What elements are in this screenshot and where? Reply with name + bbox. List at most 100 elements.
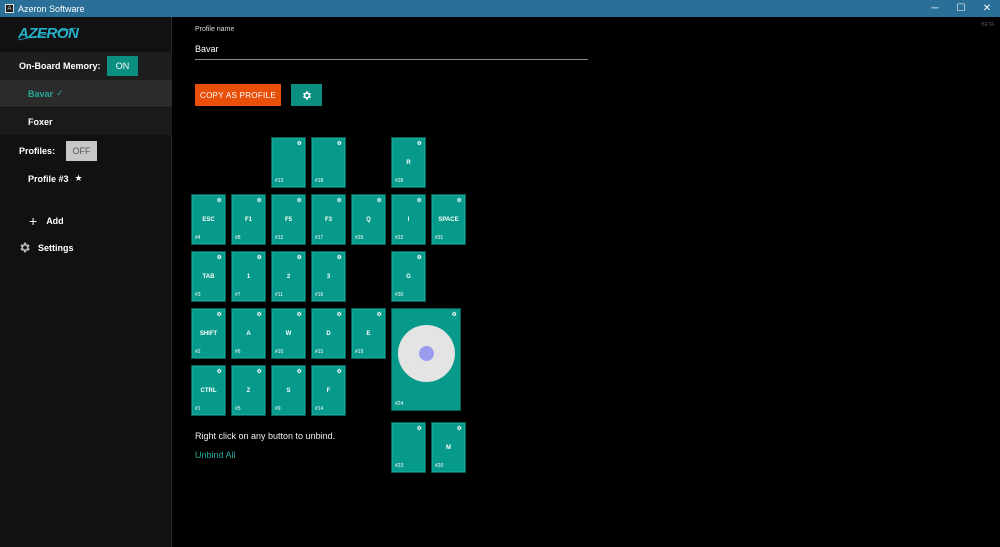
gear-icon[interactable] xyxy=(416,254,422,260)
onboard-memory-toggle[interactable]: ON xyxy=(107,56,138,76)
key-button[interactable]: #23 xyxy=(391,422,426,473)
maximize-button[interactable]: ☐ xyxy=(948,0,974,17)
key-button[interactable]: E #19 xyxy=(351,308,386,359)
key-number: #18 xyxy=(315,178,324,184)
key-number: #7 xyxy=(235,292,241,298)
unbind-all-link[interactable]: Unbind All xyxy=(195,450,236,460)
key-number: #11 xyxy=(275,292,283,298)
sidebar-item-bavar[interactable]: Bavar ✓ xyxy=(0,80,172,107)
gear-icon[interactable] xyxy=(296,254,302,260)
gear-icon[interactable] xyxy=(416,425,422,431)
key-button[interactable]: S #9 xyxy=(271,365,306,416)
main-panel: Profile name Bavar COPY AS PROFILE #13 #1… xyxy=(173,17,1000,547)
key-label: E xyxy=(366,331,371,337)
gear-icon[interactable] xyxy=(416,140,422,146)
gear-icon[interactable] xyxy=(456,197,462,203)
key-button[interactable]: R #28 xyxy=(391,137,426,188)
key-button[interactable]: I #22 xyxy=(391,194,426,245)
key-number: #24 xyxy=(395,401,404,407)
key-button[interactable]: 1 #7 xyxy=(231,251,266,302)
gear-icon[interactable] xyxy=(336,197,342,203)
gear-icon[interactable] xyxy=(256,311,262,317)
key-button[interactable]: F1 #8 xyxy=(231,194,266,245)
key-number: #1 xyxy=(195,406,201,412)
joystick-key[interactable]: #24 xyxy=(391,308,461,411)
key-button[interactable]: SHIFT #2 xyxy=(191,308,226,359)
gear-icon[interactable] xyxy=(296,197,302,203)
gear-icon[interactable] xyxy=(216,197,222,203)
copy-as-profile-button[interactable]: COPY AS PROFILE xyxy=(195,84,281,106)
gear-icon[interactable] xyxy=(376,311,382,317)
key-number: #30 xyxy=(395,292,404,298)
azeron-logo: AZERON xyxy=(18,25,80,41)
profile-settings-button[interactable] xyxy=(291,84,322,106)
key-button[interactable]: #18 xyxy=(311,137,346,188)
gear-icon[interactable] xyxy=(336,254,342,260)
gear-icon[interactable] xyxy=(296,368,302,374)
key-button[interactable]: Z #5 xyxy=(231,365,266,416)
key-button[interactable]: Q #29 xyxy=(351,194,386,245)
key-button[interactable]: ESC #4 xyxy=(191,194,226,245)
gear-icon[interactable] xyxy=(451,311,457,317)
joystick-ring xyxy=(398,325,455,382)
gear-icon xyxy=(20,242,30,253)
key-label: R xyxy=(406,160,411,166)
key-button[interactable]: 3 #16 xyxy=(311,251,346,302)
joystick-thumb[interactable] xyxy=(419,346,434,361)
key-button[interactable]: D #15 xyxy=(311,308,346,359)
key-label: S xyxy=(286,388,291,394)
onboard-memory-row: On-Board Memory: ON xyxy=(0,52,172,80)
app-icon: A xyxy=(5,4,14,13)
key-label: F1 xyxy=(244,217,252,223)
gear-icon[interactable] xyxy=(216,254,222,260)
key-number: #4 xyxy=(195,235,201,241)
profiles-label: Profiles: xyxy=(19,146,56,156)
key-number: #3 xyxy=(195,292,201,298)
add-profile-button[interactable]: + Add xyxy=(29,214,64,228)
key-button[interactable]: F3 #17 xyxy=(311,194,346,245)
gear-icon[interactable] xyxy=(256,254,262,260)
sidebar-item-foxer[interactable]: Foxer xyxy=(0,108,172,135)
gear-icon[interactable] xyxy=(336,311,342,317)
gear-icon[interactable] xyxy=(296,140,302,146)
gear-icon[interactable] xyxy=(336,140,342,146)
key-button[interactable]: #13 xyxy=(271,137,306,188)
star-icon: ★ xyxy=(74,173,83,183)
plus-icon: + xyxy=(29,213,38,229)
sidebar-item-profile-3[interactable]: Profile #3 ★ xyxy=(0,165,172,192)
gear-icon[interactable] xyxy=(256,368,262,374)
close-button[interactable]: ✕ xyxy=(974,0,1000,17)
profiles-row: Profiles: OFF xyxy=(0,140,172,162)
key-button[interactable]: W #10 xyxy=(271,308,306,359)
svg-text:AZERON: AZERON xyxy=(18,25,80,41)
profiles-toggle[interactable]: OFF xyxy=(66,141,97,161)
key-label: SHIFT xyxy=(199,331,218,337)
key-button[interactable]: G #30 xyxy=(391,251,426,302)
key-button[interactable]: 2 #11 xyxy=(271,251,306,302)
key-button[interactable]: SPACE #31 xyxy=(431,194,466,245)
add-label: Add xyxy=(46,216,64,226)
gear-icon[interactable] xyxy=(336,368,342,374)
minimize-button[interactable]: ─ xyxy=(922,0,948,17)
gear-icon[interactable] xyxy=(296,311,302,317)
key-label: A xyxy=(246,331,251,337)
unbind-hint: Right click on any button to unbind. xyxy=(195,431,336,441)
key-button[interactable]: F #14 xyxy=(311,365,346,416)
settings-button[interactable]: Settings xyxy=(18,241,74,254)
gear-icon[interactable] xyxy=(216,368,222,374)
gear-icon[interactable] xyxy=(256,197,262,203)
key-number: #8 xyxy=(235,235,241,241)
gear-icon[interactable] xyxy=(416,197,422,203)
title-bar: A Azeron Software ─ ☐ ✕ xyxy=(0,0,1000,17)
gear-icon[interactable] xyxy=(456,425,462,431)
key-button[interactable]: CTRL #1 xyxy=(191,365,226,416)
key-button[interactable]: A #6 xyxy=(231,308,266,359)
key-button[interactable]: TAB #3 xyxy=(191,251,226,302)
profile-name-input[interactable]: Bavar xyxy=(195,39,588,60)
key-button[interactable]: F5 #12 xyxy=(271,194,306,245)
key-button[interactable]: M #20 xyxy=(431,422,466,473)
key-label: F xyxy=(326,388,331,394)
gear-icon[interactable] xyxy=(216,311,222,317)
key-number: #2 xyxy=(195,349,201,355)
gear-icon[interactable] xyxy=(376,197,382,203)
